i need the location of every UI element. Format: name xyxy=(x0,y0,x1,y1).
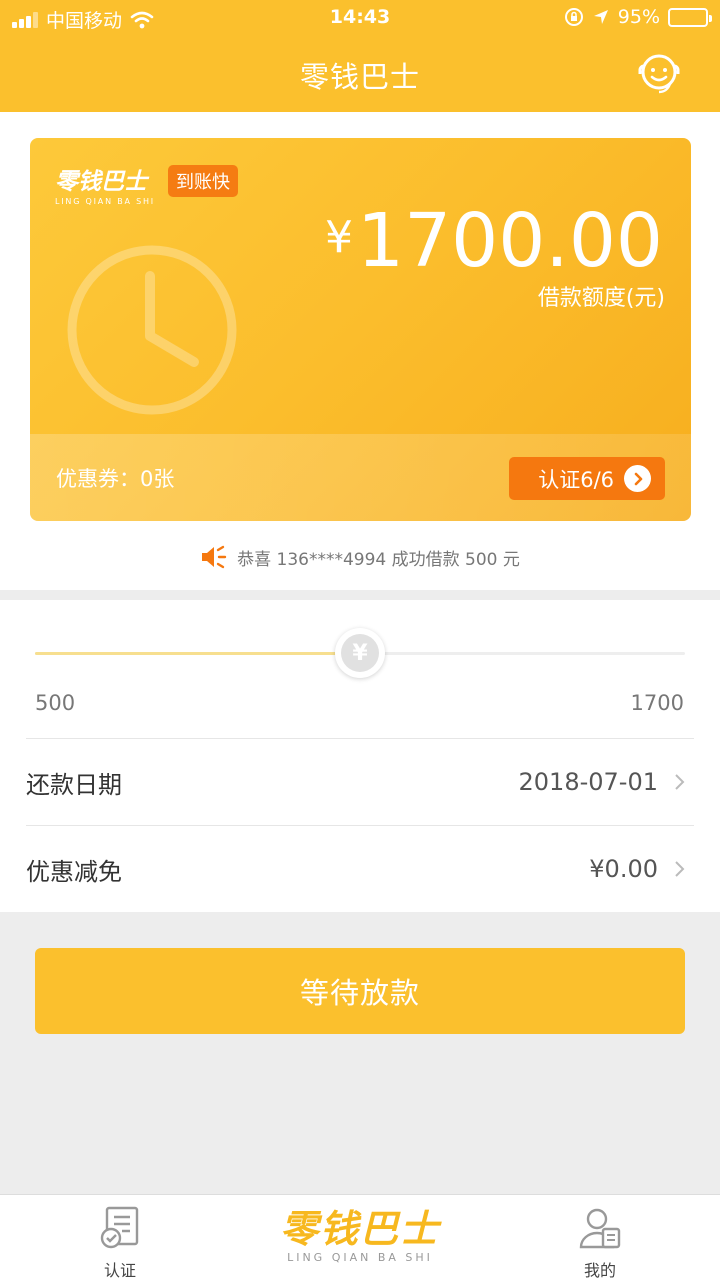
verify-progress-button[interactable]: 认证6/6 xyxy=(509,457,665,500)
tab-mine[interactable]: 我的 xyxy=(540,1195,660,1280)
currency-symbol: ¥ xyxy=(324,212,353,263)
battery-percent: 95% xyxy=(617,6,660,28)
speaker-icon xyxy=(202,545,227,569)
tab-verify-label: 认证 xyxy=(103,1261,136,1280)
await-disbursement-button[interactable]: 等待放款 xyxy=(35,948,685,1034)
verify-progress-label: 认证6/6 xyxy=(538,467,614,492)
page-title: 零钱巴士 xyxy=(299,60,420,94)
discount-label: 优惠减免 xyxy=(26,857,122,886)
card-brand-en: LING QIAN BA SHI xyxy=(55,197,155,206)
card-brand-cn: 零钱巴士 xyxy=(55,169,147,195)
document-check-icon xyxy=(100,1206,139,1249)
discount-row[interactable]: 优惠减免 ¥0.00 xyxy=(26,826,694,912)
amount-slider-thumb[interactable]: ¥ xyxy=(335,628,385,678)
repayment-date-value: 2018-07-01 xyxy=(518,768,658,796)
loan-notice: 恭喜 136****4994 成功借款 500 元 xyxy=(0,543,720,571)
location-icon xyxy=(593,10,608,24)
card-brand: 零钱巴士 LING QIAN BA SHI xyxy=(55,162,155,206)
discount-value: ¥0.00 xyxy=(589,855,658,883)
tabbar-logo-en: LING QIAN BA SHI xyxy=(287,1251,433,1264)
amount-slider-fill xyxy=(35,652,360,655)
loan-amount: ¥1700.00 xyxy=(325,198,663,281)
slider-min-label: 500 xyxy=(35,691,76,715)
tabbar-logo: 零钱巴士 LING QIAN BA SHI xyxy=(260,1207,460,1264)
slider-max-label: 1700 xyxy=(630,691,684,715)
repayment-date-row[interactable]: 还款日期 2018-07-01 xyxy=(26,739,694,825)
tab-verify[interactable]: 认证 xyxy=(60,1195,180,1280)
yen-icon: ¥ xyxy=(341,634,379,672)
tab-mine-label: 我的 xyxy=(583,1261,616,1280)
chevron-right-icon xyxy=(624,465,651,492)
chevron-right-icon xyxy=(675,861,685,877)
customer-service-icon[interactable] xyxy=(634,50,684,96)
top-nav-bar: 中国移动 14:43 95% 零钱巴士 xyxy=(0,0,720,112)
bottom-tab-bar: 认证 零钱巴士 LING QIAN BA SHI 我的 xyxy=(0,1194,720,1280)
loan-notice-text: 恭喜 136****4994 成功借款 500 元 xyxy=(237,549,520,570)
loan-amount-value: 1700.00 xyxy=(356,198,663,284)
repayment-date-label: 还款日期 xyxy=(26,770,122,799)
fast-arrival-tag: 到账快 xyxy=(168,165,238,197)
battery-icon xyxy=(668,7,712,27)
orientation-lock-icon xyxy=(564,8,583,26)
credit-card: 零钱巴士 LING QIAN BA SHI 到账快 ¥1700.00 借款额度(… xyxy=(30,138,691,521)
chevron-right-icon xyxy=(675,774,685,790)
clock-icon xyxy=(67,245,237,415)
status-bar: 中国移动 14:43 95% xyxy=(0,0,720,38)
tabbar-logo-cn: 零钱巴士 xyxy=(279,1207,440,1251)
loan-amount-label: 借款额度(元) xyxy=(537,286,665,311)
coupon-count: 优惠券：0张 xyxy=(56,467,175,491)
user-profile-icon xyxy=(579,1208,621,1249)
status-right: 95% xyxy=(564,6,712,28)
